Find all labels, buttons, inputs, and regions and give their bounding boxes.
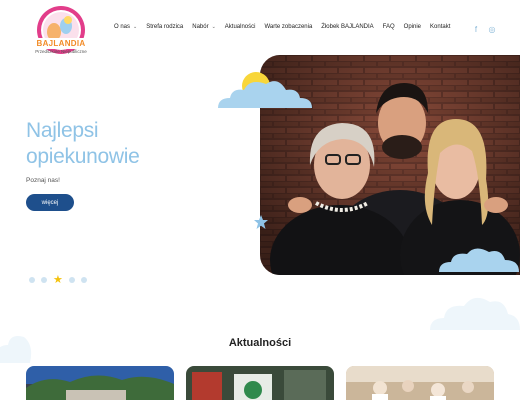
slider-dot[interactable]	[29, 277, 35, 283]
news-card[interactable]	[26, 366, 174, 400]
news-section-title: Aktualności	[228, 337, 292, 349]
chevron-down-icon: ⌄	[133, 24, 138, 30]
nav-item-label: Aktualności	[224, 24, 256, 30]
chevron-down-icon: ⌄	[211, 24, 216, 30]
hero-title-line-1: Najlepsi	[26, 119, 99, 142]
nav-item[interactable]: Nabór ⌄	[192, 24, 216, 30]
nav-item[interactable]: FAQ	[383, 24, 395, 30]
slider-dot[interactable]	[41, 277, 47, 283]
nav-item-label: FAQ	[382, 24, 395, 30]
social-links: f ◎	[471, 24, 497, 34]
logo-subtitle: Przedszkole Niepubliczne	[35, 49, 87, 54]
nav-item-label: Żłobek BAJLANDIA	[321, 24, 374, 30]
background-cloud-icon	[430, 297, 520, 330]
nav-item[interactable]: Opinie	[404, 24, 421, 30]
nav-item[interactable]: Żłobek BAJLANDIA	[321, 24, 373, 30]
sun-cloud-icon	[218, 72, 312, 108]
news-card[interactable]	[186, 366, 334, 400]
hero-title-line-2: opiekunowie	[26, 145, 140, 168]
slider-dot[interactable]	[80, 277, 87, 283]
nav-item-label: Strefa rodzica	[146, 24, 184, 30]
nav-item[interactable]: Strefa rodzica	[146, 24, 183, 30]
facebook-icon[interactable]: f	[471, 24, 481, 34]
main-nav: O nas ⌄ Strefa rodzica Nabór ⌄ Aktualności War…	[114, 24, 459, 30]
logo-wordmark: BAJLANDIA	[36, 39, 86, 48]
background-cloud-icon	[0, 336, 32, 363]
nav-item-label: Opinie	[403, 24, 422, 30]
more-button[interactable]: więcej	[26, 194, 74, 211]
cloud-icon	[439, 248, 519, 272]
instagram-icon[interactable]: ◎	[487, 24, 497, 34]
slider-dot[interactable]	[68, 277, 75, 283]
star-icon	[254, 215, 268, 229]
nav-item[interactable]: Kontakt	[430, 24, 450, 30]
slider-dot-active-star-icon[interactable]: ★	[53, 275, 63, 286]
nav-item-label: O nas	[114, 24, 131, 30]
nav-item[interactable]: O nas ⌄	[114, 24, 137, 30]
slider-pagination: ★	[29, 275, 87, 286]
hero-subtitle: Poznaj nas!	[26, 177, 60, 184]
hero-title: Najlepsi opiekunowie	[26, 118, 226, 170]
site-header: BAJLANDIA Przedszkole Niepubliczne O nas…	[0, 0, 520, 62]
news-card[interactable]	[346, 366, 494, 400]
nav-item[interactable]: Warte zobaczenia	[264, 24, 312, 30]
nav-item-label: Nabór	[192, 24, 209, 30]
nav-item[interactable]: Aktualności	[225, 24, 256, 30]
nav-item-label: Warte zobaczenia	[264, 24, 313, 30]
nav-item-label: Kontakt	[430, 24, 451, 30]
